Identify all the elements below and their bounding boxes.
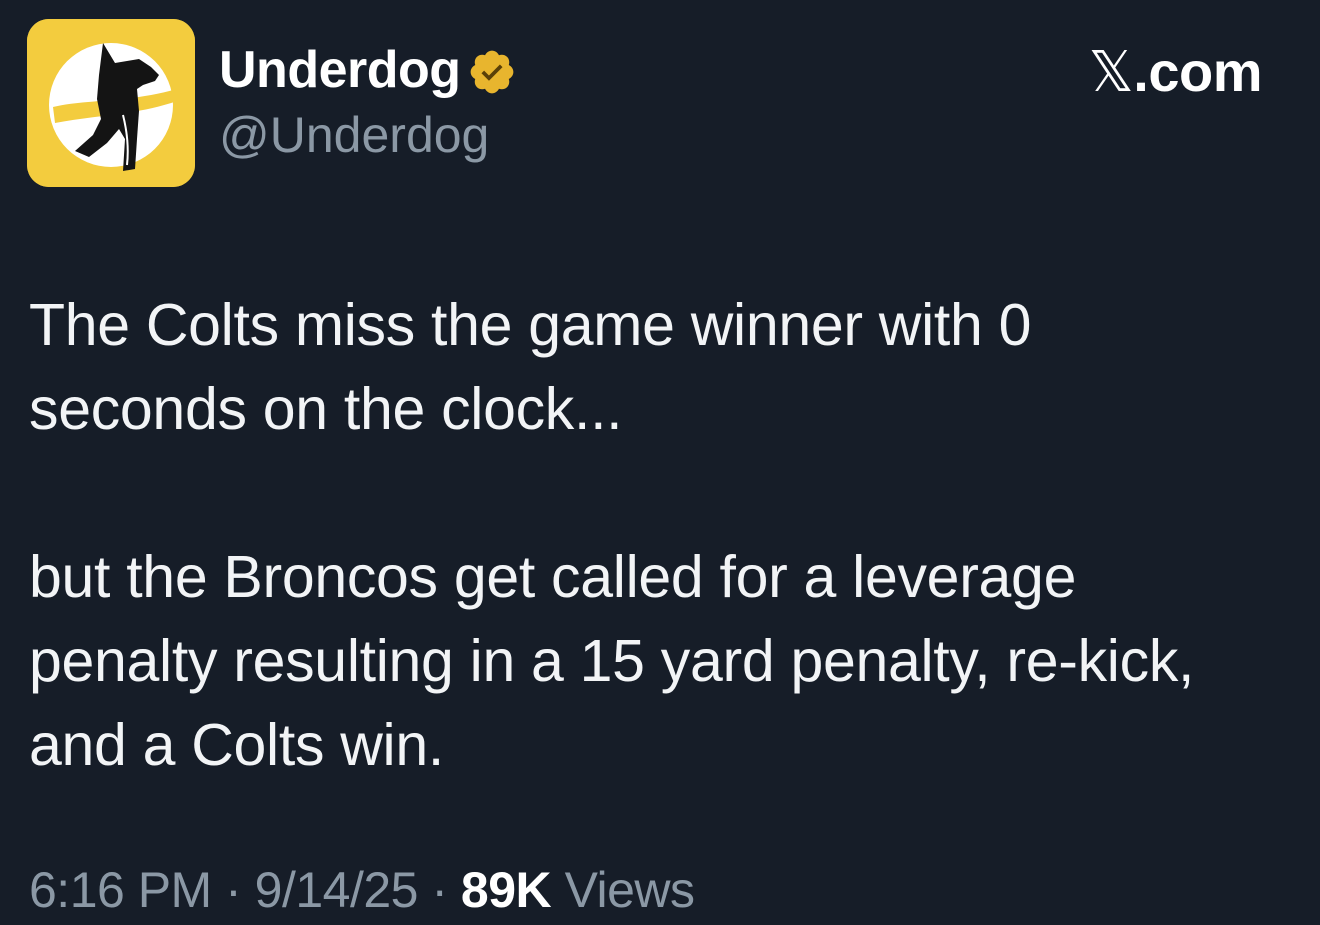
tweet-time[interactable]: 6:16 PM (29, 862, 212, 918)
tweet-metadata: 6:16 PM · 9/14/25 · 89K Views (29, 865, 695, 915)
avatar[interactable] (27, 19, 195, 187)
views-count[interactable]: 89K (461, 862, 552, 918)
author-handle[interactable]: @Underdog (219, 110, 489, 160)
x-logo-icon: 𝕏 (1088, 40, 1134, 105)
tweet-text: The Colts miss the game winner with 0 se… (29, 283, 1259, 787)
brand-logo: 𝕏.com (1089, 44, 1263, 101)
meta-separator: · (211, 862, 255, 918)
verified-badge-icon (470, 50, 513, 94)
brand-suffix: .com (1133, 40, 1262, 103)
author-name-row: Underdog (219, 38, 517, 102)
tweet-paragraph-1: The Colts miss the game winner with 0 se… (29, 292, 1032, 442)
tweet-card: Underdog @Underdog 𝕏.com The Colts miss … (0, 0, 1320, 925)
meta-separator: · (417, 862, 461, 918)
tweet-date[interactable]: 9/14/25 (255, 862, 419, 918)
author-display-name[interactable]: Underdog (219, 44, 461, 96)
views-label: Views (564, 862, 695, 918)
tweet-paragraph-2: but the Broncos get called for a leverag… (29, 544, 1195, 778)
underdog-dog-logo-icon (27, 19, 195, 187)
